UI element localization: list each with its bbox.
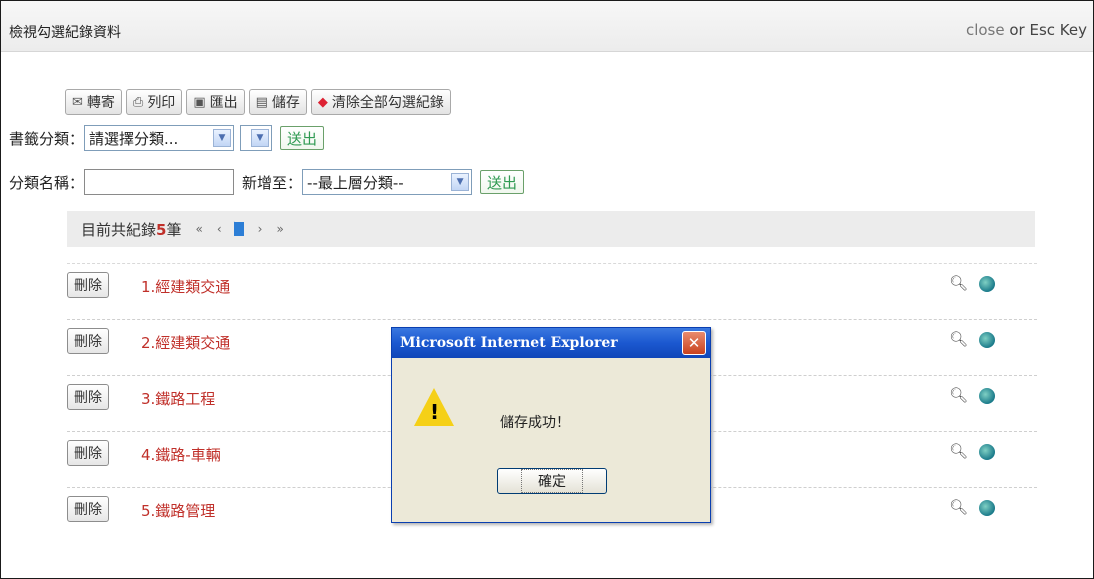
delete-button[interactable]: 刪除 xyxy=(67,384,109,410)
new-category-row: 分類名稱： 新增至： --最上層分類-- ▼ 送出 xyxy=(9,169,525,195)
category-label: 書籤分類： xyxy=(9,129,85,148)
save-label: 儲存 xyxy=(271,95,300,111)
toolbar: ✉ 轉寄 ⎙ 列印 ▣ 匯出 ▤ 儲存 ◆ 清除全部勾選紀錄 xyxy=(65,89,451,115)
exclamation-icon: ! xyxy=(430,400,440,424)
close-link[interactable]: close xyxy=(966,21,1005,39)
printer-icon: ⎙ xyxy=(132,94,144,110)
next-page-button[interactable]: › xyxy=(258,222,263,236)
delete-button[interactable]: 刪除 xyxy=(67,272,109,298)
prev-page-button[interactable]: ‹ xyxy=(217,222,222,236)
export-icon: ▣ xyxy=(193,94,206,110)
magnifier-icon[interactable]: 🔍︎ xyxy=(949,442,968,460)
category-row: 書籤分類： 請選擇分類... ▼ ▼ 送出 xyxy=(9,125,325,151)
forward-label: 轉寄 xyxy=(86,95,115,111)
record-title[interactable]: 1.經建類交通 xyxy=(141,276,230,297)
magnifier-icon[interactable]: 🔍︎ xyxy=(949,498,968,516)
floppy-icon: ▤ xyxy=(255,94,268,110)
add-to-label: 新增至： xyxy=(242,173,303,192)
magnifier-icon[interactable]: 🔍︎ xyxy=(949,386,968,404)
category-send-button[interactable]: 送出 xyxy=(280,126,325,150)
forward-button[interactable]: ✉ 轉寄 xyxy=(65,89,122,115)
dialog-message: 儲存成功！ xyxy=(500,415,570,431)
category-name-label: 分類名稱： xyxy=(9,173,85,192)
eraser-icon: ◆ xyxy=(317,94,328,110)
record-count-text: 目前共紀錄5筆 xyxy=(81,219,181,240)
magnifier-icon[interactable]: 🔍︎ xyxy=(949,274,968,292)
globe-icon[interactable] xyxy=(979,444,995,460)
record-count-prefix: 目前共紀錄 xyxy=(81,220,157,239)
modal-frame: 檢視勾選紀錄資料 close or Esc Key ✉ 轉寄 ⎙ 列印 ▣ 匯出 ▤ 儲… xyxy=(0,0,1094,579)
chevron-down-icon: ▼ xyxy=(251,129,270,147)
export-button[interactable]: ▣ 匯出 xyxy=(186,89,245,115)
ok-button[interactable]: 確定 xyxy=(497,468,607,494)
record-title[interactable]: 4.鐵路-車輛 xyxy=(141,444,221,465)
subcategory-select[interactable]: ▼ xyxy=(240,125,273,151)
ok-button-label: 確定 xyxy=(521,469,583,493)
globe-icon[interactable] xyxy=(979,276,995,292)
alert-dialog: Microsoft Internet Explorer ✕ ! 儲存成功！ 確定 xyxy=(391,327,711,523)
header-bar: 檢視勾選紀錄資料 close or Esc Key xyxy=(1,1,1093,52)
first-page-button[interactable]: « xyxy=(195,222,202,236)
envelope-icon: ✉ xyxy=(72,94,83,110)
delete-button[interactable]: 刪除 xyxy=(67,440,109,466)
page-title: 檢視勾選紀錄資料 xyxy=(9,25,121,41)
dialog-titlebar: Microsoft Internet Explorer ✕ xyxy=(392,328,710,358)
pager-bar: 目前共紀錄5筆 « ‹ 1 › » xyxy=(67,211,1035,247)
globe-icon[interactable] xyxy=(979,388,995,404)
close-hint: close or Esc Key xyxy=(966,21,1087,39)
clear-all-button[interactable]: ◆ 清除全部勾選紀錄 xyxy=(310,89,451,115)
save-button[interactable]: ▤ 儲存 xyxy=(248,89,307,115)
print-button[interactable]: ⎙ 列印 xyxy=(125,89,183,115)
chevron-down-icon: ▼ xyxy=(213,129,232,147)
dialog-title: Microsoft Internet Explorer xyxy=(400,335,618,351)
add-to-select[interactable]: --最上層分類-- ▼ xyxy=(302,169,473,195)
list-item: 刪除 1.經建類交通 🔍︎ xyxy=(67,263,1037,319)
globe-icon[interactable] xyxy=(979,500,995,516)
clear-all-label: 清除全部勾選紀錄 xyxy=(331,95,444,111)
category-select[interactable]: 請選擇分類... ▼ xyxy=(84,125,235,151)
record-count: 5 xyxy=(156,220,167,239)
last-page-button[interactable]: » xyxy=(276,222,283,236)
record-count-suffix: 筆 xyxy=(166,220,182,239)
category-select-value: 請選擇分類... xyxy=(89,129,179,148)
current-page[interactable]: 1 xyxy=(233,222,244,236)
globe-icon[interactable] xyxy=(979,332,995,348)
print-label: 列印 xyxy=(147,95,176,111)
record-title[interactable]: 3.鐵路工程 xyxy=(141,388,215,409)
new-category-send-button[interactable]: 送出 xyxy=(480,170,525,194)
category-name-input[interactable] xyxy=(84,169,235,195)
record-title[interactable]: 2.經建類交通 xyxy=(141,332,230,353)
esc-key-hint: or Esc Key xyxy=(1004,21,1087,39)
chevron-down-icon: ▼ xyxy=(451,173,470,191)
delete-button[interactable]: 刪除 xyxy=(67,496,109,522)
export-label: 匯出 xyxy=(209,95,238,111)
magnifier-icon[interactable]: 🔍︎ xyxy=(949,330,968,348)
record-title[interactable]: 5.鐵路管理 xyxy=(141,500,215,521)
delete-button[interactable]: 刪除 xyxy=(67,328,109,354)
close-icon[interactable]: ✕ xyxy=(682,331,706,355)
add-to-select-value: --最上層分類-- xyxy=(307,173,404,192)
